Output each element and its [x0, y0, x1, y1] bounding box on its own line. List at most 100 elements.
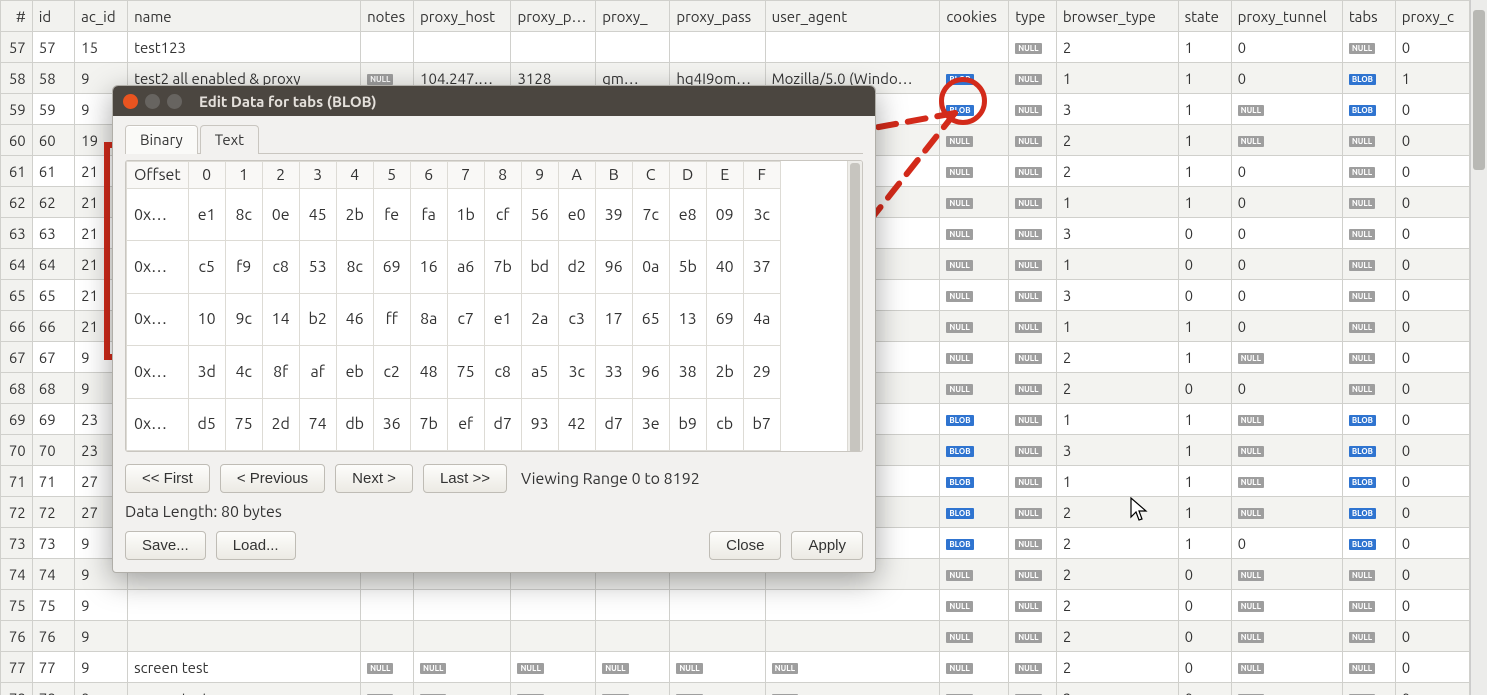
table-cell[interactable]: 2	[1056, 342, 1178, 373]
hex-row[interactable]: 0x…c5f9c8538c6916a67bbdd2960a5b4037	[127, 241, 781, 293]
table-cell[interactable]: 2	[1056, 528, 1178, 559]
table-cell[interactable]: NULL	[940, 559, 1009, 590]
table-cell[interactable]: 1	[1178, 497, 1231, 528]
table-cell[interactable]: NULL	[940, 373, 1009, 404]
table-cell[interactable]: BLOB	[940, 497, 1009, 528]
table-cell[interactable]	[596, 590, 670, 621]
hex-row[interactable]: 0x…3d4c8fafebc24875c8a53c3396382b29	[127, 346, 781, 398]
table-cell[interactable]: 60	[1, 125, 33, 156]
hex-cell[interactable]: 40	[706, 241, 743, 293]
column-header[interactable]: tabs	[1342, 1, 1395, 32]
table-cell[interactable]: 64	[1, 249, 33, 280]
table-cell[interactable]: NULL	[1342, 218, 1395, 249]
table-cell[interactable]: 2	[1056, 156, 1178, 187]
table-cell[interactable]: 75	[32, 590, 74, 621]
table-cell[interactable]: BLOB	[940, 404, 1009, 435]
hex-cell[interactable]: a5	[521, 346, 558, 398]
table-cell[interactable]: 0	[1395, 590, 1469, 621]
column-header[interactable]: name	[128, 1, 361, 32]
hex-cell[interactable]: 7c	[632, 189, 669, 241]
apply-button[interactable]: Apply	[791, 531, 863, 560]
table-cell[interactable]: 0	[1395, 497, 1469, 528]
hex-cell[interactable]: 9c	[225, 293, 262, 345]
hex-cell[interactable]: 36	[373, 398, 410, 450]
table-cell[interactable]: BLOB	[1342, 63, 1395, 94]
table-cell[interactable]	[414, 590, 511, 621]
hex-row[interactable]: 0x…d5752d74db367befd79342d73eb9cbb7	[127, 398, 781, 450]
column-header[interactable]: notes	[361, 1, 414, 32]
hex-cell[interactable]: 8c	[336, 241, 373, 293]
table-cell[interactable]: NULL	[940, 590, 1009, 621]
hex-cell[interactable]: 69	[373, 241, 410, 293]
last-button[interactable]: Last >>	[423, 464, 507, 493]
table-cell[interactable]: BLOB	[1342, 466, 1395, 497]
table-cell[interactable]: NULL	[1342, 125, 1395, 156]
table-cell[interactable]: 0	[1395, 683, 1469, 695]
hex-cell[interactable]: 16	[410, 241, 447, 293]
table-cell[interactable]	[765, 590, 940, 621]
table-cell[interactable]: 63	[1, 218, 33, 249]
hex-cell[interactable]: 0x…	[127, 189, 189, 241]
table-cell[interactable]: 0	[1395, 559, 1469, 590]
hex-cell[interactable]: c8	[262, 241, 299, 293]
table-cell[interactable]: NULL	[1231, 559, 1342, 590]
table-cell[interactable]: NULL	[414, 652, 511, 683]
table-cell[interactable]: NULL	[1342, 621, 1395, 652]
hex-cell[interactable]: 38	[669, 346, 706, 398]
column-header[interactable]: id	[32, 1, 74, 32]
close-button[interactable]: Close	[709, 531, 781, 560]
table-cell[interactable]	[670, 590, 765, 621]
hex-cell[interactable]: 3d	[188, 346, 225, 398]
table-cell[interactable]: 58	[32, 63, 74, 94]
hex-row[interactable]: 0x…109c14b246ff8ac7e12ac3176513694a	[127, 293, 781, 345]
table-cell[interactable]: NULL	[1009, 94, 1057, 125]
table-cell[interactable]: NULL	[940, 280, 1009, 311]
table-cell[interactable]: 0	[1178, 373, 1231, 404]
table-cell[interactable]	[511, 590, 596, 621]
column-header[interactable]: proxy_	[596, 1, 670, 32]
hex-cell[interactable]: 74	[299, 398, 336, 450]
table-cell[interactable]: NULL	[1231, 652, 1342, 683]
table-cell[interactable]: NULL	[1342, 559, 1395, 590]
hex-cell[interactable]: b2	[299, 293, 336, 345]
table-cell[interactable]: 1	[1178, 528, 1231, 559]
table-cell[interactable]: 1	[1056, 249, 1178, 280]
column-header[interactable]: proxy_host	[414, 1, 511, 32]
hex-cell[interactable]: cb	[706, 398, 743, 450]
table-cell[interactable]: 72	[1, 497, 33, 528]
column-header[interactable]: state	[1178, 1, 1231, 32]
hex-cell[interactable]: f9	[225, 241, 262, 293]
table-cell[interactable]: 0	[1395, 94, 1469, 125]
table-cell[interactable]: 0	[1395, 32, 1469, 63]
table-cell[interactable]	[765, 32, 940, 63]
hex-cell[interactable]: 45	[299, 189, 336, 241]
table-cell[interactable]: 2	[1056, 590, 1178, 621]
table-cell[interactable]: 2	[1056, 683, 1178, 695]
hex-cell[interactable]: 96	[632, 346, 669, 398]
hex-viewer[interactable]: Offset0123456789ABCDEF 0x…e18c0e452bfefa…	[125, 160, 863, 452]
table-cell[interactable]: 69	[32, 404, 74, 435]
table-cell[interactable]: 3	[1056, 94, 1178, 125]
table-cell[interactable]: 0	[1395, 621, 1469, 652]
table-cell[interactable]: 3	[1056, 218, 1178, 249]
hex-cell[interactable]: 17	[595, 293, 632, 345]
hex-cell[interactable]: 69	[706, 293, 743, 345]
table-cell[interactable]: NULL	[1231, 404, 1342, 435]
column-header[interactable]: #	[1, 1, 33, 32]
hex-cell[interactable]: db	[336, 398, 373, 450]
hex-cell[interactable]: 46	[336, 293, 373, 345]
column-header[interactable]: cookies	[940, 1, 1009, 32]
hex-cell[interactable]: 7b	[410, 398, 447, 450]
next-button[interactable]: Next >	[335, 464, 413, 493]
table-cell[interactable]: 65	[32, 280, 74, 311]
hex-cell[interactable]: 09	[706, 189, 743, 241]
table-cell[interactable]: NULL	[361, 683, 414, 695]
table-cell[interactable]: 1	[1056, 404, 1178, 435]
table-cell[interactable]: NULL	[1231, 683, 1342, 695]
table-cell[interactable]: 2	[1056, 32, 1178, 63]
hex-cell[interactable]: d7	[595, 398, 632, 450]
column-header[interactable]: ac_id	[75, 1, 128, 32]
table-cell[interactable]: 1	[1056, 311, 1178, 342]
table-cell[interactable]: 1	[1178, 311, 1231, 342]
table-cell[interactable]: NULL	[1009, 280, 1057, 311]
